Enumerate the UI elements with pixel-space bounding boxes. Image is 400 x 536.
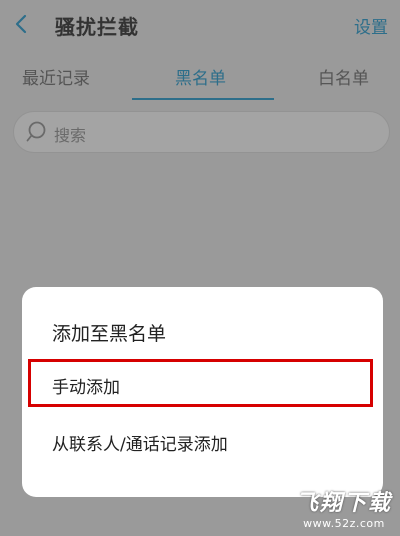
dialog-title: 添加至黑名单 <box>52 323 167 345</box>
page-title: 骚扰拦截 <box>55 15 139 39</box>
watermark: 飞翔下载 www.52z.com <box>296 485 392 530</box>
tab-recent[interactable]: 最近记录 <box>22 64 90 89</box>
tab-whitelist[interactable]: 白名单 <box>318 64 369 89</box>
search-input[interactable]: 搜索 <box>13 111 390 153</box>
app-header: 骚扰拦截 设置 <box>0 0 400 50</box>
chevron-left-icon[interactable] <box>10 12 34 36</box>
search-placeholder: 搜索 <box>54 126 87 145</box>
tab-blacklist[interactable]: 黑名单 <box>175 64 226 89</box>
watermark-url: www.52z.com <box>303 517 385 530</box>
add-from-contacts-option[interactable]: 从联系人/通话记录添加 <box>52 430 228 455</box>
add-to-blacklist-dialog: 添加至黑名单 手动添加 从联系人/通话记录添加 <box>22 287 383 497</box>
watermark-text: 飞翔下载 <box>295 491 392 516</box>
search-icon <box>26 121 46 142</box>
tab-bar: 最近记录 黑名单 白名单 <box>0 58 400 100</box>
manual-add-option[interactable]: 手动添加 <box>52 373 120 398</box>
settings-button[interactable]: 设置 <box>354 13 388 38</box>
active-tab-indicator <box>132 98 274 100</box>
